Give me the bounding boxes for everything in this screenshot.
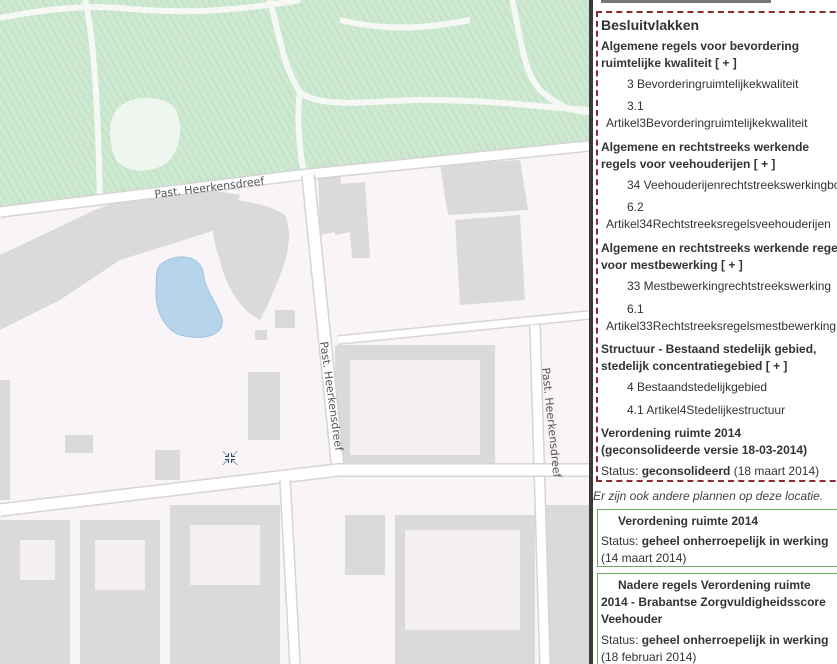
list-item[interactable]: 3 Bevorderingruimtelijkekwaliteit (627, 76, 798, 93)
info-panel: Besluitvlakken Algemene regels voor bevo… (593, 0, 837, 664)
card-status: Status: geheel onherroepelijk in werking (601, 633, 829, 647)
status-value: geconsolideerd (641, 464, 731, 478)
list-item[interactable]: 6.2 (627, 199, 644, 216)
plan-subtitle: (geconsolideerde versie 18-03-2014) (601, 443, 808, 457)
expand-toggle[interactable]: [ + ] (715, 56, 737, 70)
card-title-line2: 2014 - Brabantse Zorgvuldigheidsscore (601, 595, 826, 609)
list-item[interactable]: Artikel3Bevorderingruimtelijkekwaliteit (606, 115, 807, 132)
status-value: geheel onherroepelijk in werking (641, 633, 829, 647)
card-title[interactable]: Nadere regels Verordening ruimte (618, 577, 811, 594)
status-date: (18 maart 2014) (733, 464, 820, 478)
list-item[interactable]: 4.1 Artikel4Stedelijkestructuur (627, 402, 785, 419)
card-title-line3: Veehouder (601, 612, 663, 626)
card-title[interactable]: Verordening ruimte 2014 (618, 513, 758, 530)
card-date: (18 februari 2014) (601, 650, 697, 664)
list-item[interactable]: Artikel33Rechtstreeksregelsmestbewerking (606, 318, 836, 335)
plan-card[interactable]: Verordening ruimte 2014 Status: geheel o… (597, 509, 837, 567)
plan-title[interactable]: Verordening ruimte 2014 (601, 425, 741, 442)
card-date: (14 maart 2014) (601, 551, 687, 565)
panel-top-bar (601, 0, 771, 3)
map-view[interactable]: Past. Heerkensdreef Past. Heerkensdreef … (0, 0, 589, 664)
plan-status: Status: geconsolideerd (18 maart 2014) (601, 464, 820, 478)
group-heading-line2: regels voor veehouderijen [ + ] (601, 157, 776, 171)
plan-card[interactable]: Nadere regels Verordening ruimte 2014 - … (597, 573, 837, 664)
collapse-arrows-icon[interactable] (221, 449, 239, 467)
group-heading: Structuur - Bestaand stedelijk gebied, (601, 342, 817, 356)
card-status: Status: geheel onherroepelijk in werking (601, 534, 829, 548)
group-heading-line2: voor mestbewerking [ + ] (601, 258, 743, 272)
group-heading-line2: stedelijk concentratiegebied [ + ] (601, 359, 788, 373)
status-value: geheel onherroepelijk in werking (641, 534, 829, 548)
list-item[interactable]: 6.1 (627, 301, 644, 318)
other-plans-note: Er zijn ook andere plannen op deze locat… (593, 489, 824, 503)
group-heading: Algemene en rechtstreeks werkende regels (601, 241, 837, 255)
expand-toggle[interactable]: [ + ] (721, 258, 743, 272)
list-item[interactable]: 4 Bestaandstedelijkgebied (627, 379, 767, 396)
panel-title: Besluitvlakken (601, 17, 700, 33)
group-heading: Algemene en rechtstreeks werkende (601, 140, 810, 154)
group-heading-line2: ruimtelijke kwaliteit [ + ] (601, 56, 737, 70)
pond (155, 256, 223, 338)
expand-toggle[interactable]: [ + ] (754, 157, 776, 171)
expand-toggle[interactable]: [ + ] (766, 359, 788, 373)
list-item[interactable]: 33 Mestbewerkingrechtstreekswerking (627, 278, 831, 295)
list-item[interactable]: Artikel34Rechtstreeksregelsveehouderijen (606, 216, 831, 233)
forest-clearing (110, 97, 181, 171)
map-canvas[interactable]: Past. Heerkensdreef Past. Heerkensdreef … (0, 0, 589, 664)
group-heading: Algemene regels voor bevordering (601, 39, 800, 53)
list-item[interactable]: 3.1 (627, 98, 644, 115)
list-item[interactable]: 34 Veehouderijenrechtstreekswerkingbouw (627, 177, 837, 194)
